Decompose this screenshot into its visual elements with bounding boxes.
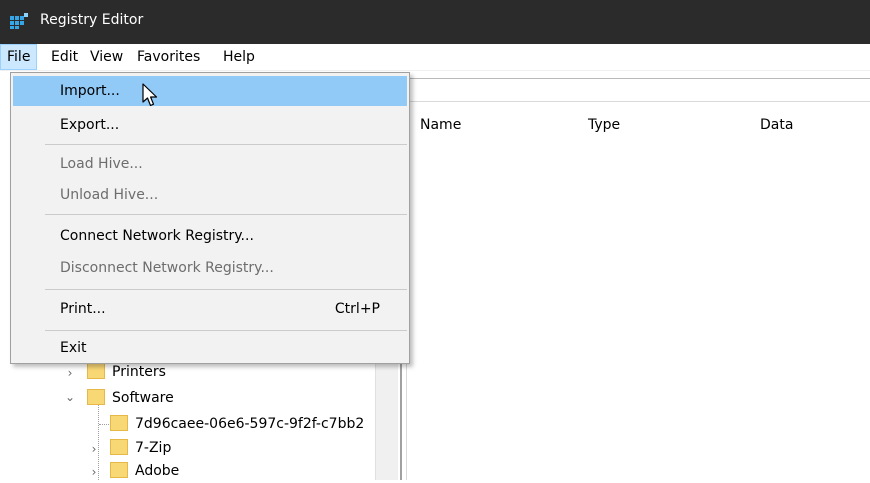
address-bar[interactable] — [410, 78, 870, 102]
window-title: Registry Editor — [40, 12, 144, 28]
folder-icon — [87, 389, 105, 405]
menu-separator — [45, 144, 407, 145]
menu-favorites[interactable]: Favorites — [131, 44, 206, 70]
tree-item-label: 7-Zip — [135, 440, 172, 456]
column-header-type[interactable]: Type — [588, 112, 620, 138]
chevron-right-icon[interactable]: › — [88, 465, 100, 479]
folder-icon — [87, 363, 105, 379]
chevron-right-icon[interactable]: › — [88, 442, 100, 456]
menu-item-export[interactable]: Export... — [13, 110, 407, 140]
menu-item-connect-network-registry[interactable]: Connect Network Registry... — [13, 221, 407, 251]
folder-icon — [110, 439, 128, 455]
menu-item-exit[interactable]: Exit — [13, 333, 407, 363]
column-header-name[interactable]: Name — [420, 112, 461, 138]
menu-separator — [45, 214, 407, 215]
menu-item-shortcut: Ctrl+P — [334, 301, 380, 317]
menu-file[interactable]: File — [0, 44, 38, 70]
title-bar: Registry Editor — [0, 0, 870, 44]
column-header-data[interactable]: Data — [760, 112, 793, 138]
menu-item-label: Import... — [60, 83, 120, 99]
menu-item-print[interactable]: Print... Ctrl+P — [13, 294, 407, 324]
tree-item-guid-key[interactable]: 7d96caee-06e6-597c-9f2f-c7bb2 — [110, 412, 364, 436]
menu-item-label: Load Hive... — [60, 156, 143, 172]
tree-item-adobe[interactable]: Adobe — [110, 459, 179, 483]
menu-separator — [45, 330, 407, 331]
folder-icon — [110, 462, 128, 478]
menu-item-label: Export... — [60, 117, 120, 133]
regedit-icon — [10, 13, 28, 29]
menu-item-load-hive[interactable]: Load Hive... — [13, 149, 407, 179]
menu-item-label: Disconnect Network Registry... — [60, 260, 274, 276]
menu-item-label: Exit — [60, 340, 87, 356]
tree-item-software[interactable]: Software — [87, 386, 174, 410]
menu-item-import[interactable]: Import... — [13, 76, 407, 106]
menu-edit[interactable]: Edit — [45, 44, 84, 70]
menu-item-unload-hive[interactable]: Unload Hive... — [13, 180, 407, 210]
tree-item-label: Adobe — [135, 463, 180, 479]
chevron-right-icon[interactable]: › — [64, 366, 76, 380]
menu-view[interactable]: View — [84, 44, 129, 70]
tree-item-7zip[interactable]: 7-Zip — [110, 436, 171, 460]
menu-help[interactable]: Help — [217, 44, 261, 70]
tree-scrollbar[interactable] — [375, 360, 398, 480]
menu-item-disconnect-network-registry[interactable]: Disconnect Network Registry... — [13, 253, 407, 283]
menu-item-label: Print... — [60, 301, 106, 317]
menu-item-label: Connect Network Registry... — [60, 228, 254, 244]
file-menu-dropdown: Import... Export... Load Hive... Unload … — [10, 72, 410, 364]
tree-connector — [99, 424, 109, 425]
tree-item-label: Software — [112, 390, 174, 406]
tree-item-label: Printers — [112, 364, 166, 380]
menu-item-label: Unload Hive... — [60, 187, 159, 203]
mouse-pointer-icon — [142, 83, 158, 107]
chevron-down-icon[interactable]: ⌄ — [64, 390, 76, 404]
tree-item-label: 7d96caee-06e6-597c-9f2f-c7bb2 — [135, 416, 365, 432]
menu-bar: File Edit View Favorites Help — [0, 44, 870, 71]
folder-icon — [110, 415, 128, 431]
menu-separator — [45, 289, 407, 290]
